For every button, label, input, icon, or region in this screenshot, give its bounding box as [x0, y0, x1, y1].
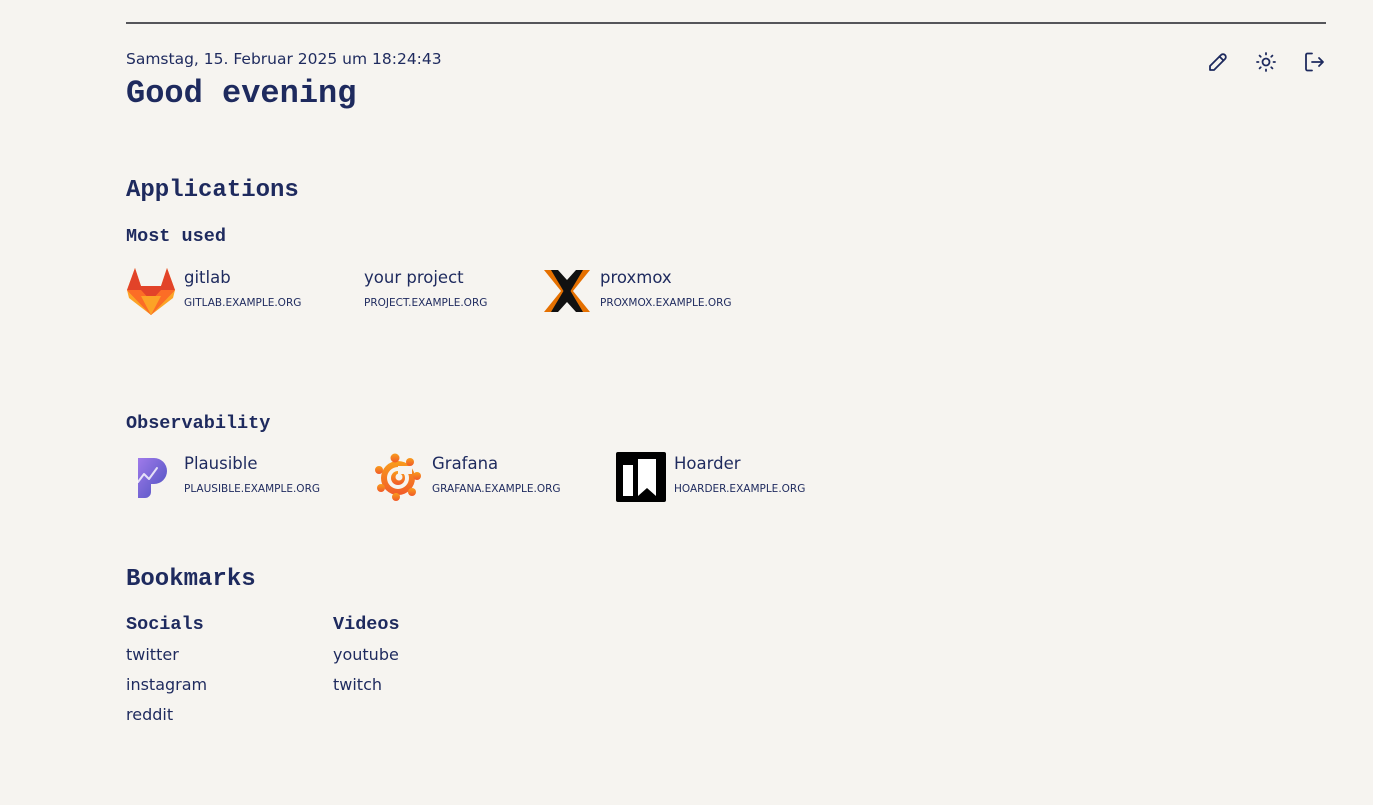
greeting-title: Good evening: [126, 75, 357, 112]
sun-icon: [1256, 52, 1276, 72]
app-url: PROXMOX.EXAMPLE.ORG: [600, 297, 732, 309]
app-url: PROJECT.EXAMPLE.ORG: [364, 297, 488, 309]
logout-icon: [1305, 52, 1324, 72]
app-tile-hoarder[interactable]: Hoarder HOARDER.EXAMPLE.ORG: [616, 452, 805, 502]
bookmark-link-youtube[interactable]: youtube: [333, 640, 400, 670]
app-tile-your-project[interactable]: your project PROJECT.EXAMPLE.ORG: [364, 266, 487, 310]
bookmark-group-title: Socials: [126, 614, 204, 635]
top-divider: [126, 22, 1326, 24]
hoarder-icon: [616, 452, 666, 502]
bookmark-group-title: Videos: [333, 614, 400, 635]
app-url: HOARDER.EXAMPLE.ORG: [674, 483, 806, 495]
theme-toggle-button[interactable]: [1253, 48, 1279, 76]
proxmox-icon: [542, 266, 592, 316]
header-toolbar: [1205, 48, 1327, 76]
dashboard-page: Samstag, 15. Februar 2025 um 18:24:43 Go…: [0, 0, 1373, 805]
app-name: proxmox: [600, 268, 672, 287]
bookmark-link-twitch[interactable]: twitch: [333, 670, 400, 700]
app-name: gitlab: [184, 268, 231, 287]
bookmark-link-instagram[interactable]: instagram: [126, 670, 207, 700]
pencil-icon: [1209, 53, 1227, 71]
datetime-display: Samstag, 15. Februar 2025 um 18:24:43: [126, 50, 442, 68]
bookmark-link-reddit[interactable]: reddit: [126, 700, 207, 730]
bookmarks-heading: Bookmarks: [126, 566, 256, 593]
app-tile-gitlab[interactable]: gitlab GITLAB.EXAMPLE.ORG: [126, 266, 301, 316]
bookmark-group-videos: Videos youtube twitch: [333, 613, 400, 700]
grafana-icon: [374, 452, 424, 502]
plausible-icon: [126, 452, 176, 502]
app-tile-proxmox[interactable]: proxmox PROXMOX.EXAMPLE.ORG: [542, 266, 732, 316]
group-title-observability: Observability: [126, 413, 271, 434]
app-url: GITLAB.EXAMPLE.ORG: [184, 297, 302, 309]
app-name: your project: [364, 268, 464, 287]
app-url: GRAFANA.EXAMPLE.ORG: [432, 483, 561, 495]
edit-button[interactable]: [1205, 48, 1231, 76]
app-name: Grafana: [432, 454, 499, 473]
bookmark-group-socials: Socials twitter instagram reddit: [126, 613, 207, 730]
app-tile-plausible[interactable]: Plausible PLAUSIBLE.EXAMPLE.ORG: [126, 452, 320, 502]
group-title-most-used: Most used: [126, 226, 226, 247]
gitlab-icon: [126, 266, 176, 316]
bookmark-link-twitter[interactable]: twitter: [126, 640, 207, 670]
app-url: PLAUSIBLE.EXAMPLE.ORG: [184, 483, 320, 495]
logout-button[interactable]: [1301, 48, 1327, 76]
app-name: Hoarder: [674, 454, 741, 473]
applications-heading: Applications: [126, 177, 299, 204]
app-tile-grafana[interactable]: Grafana GRAFANA.EXAMPLE.ORG: [374, 452, 561, 502]
app-name: Plausible: [184, 454, 258, 473]
